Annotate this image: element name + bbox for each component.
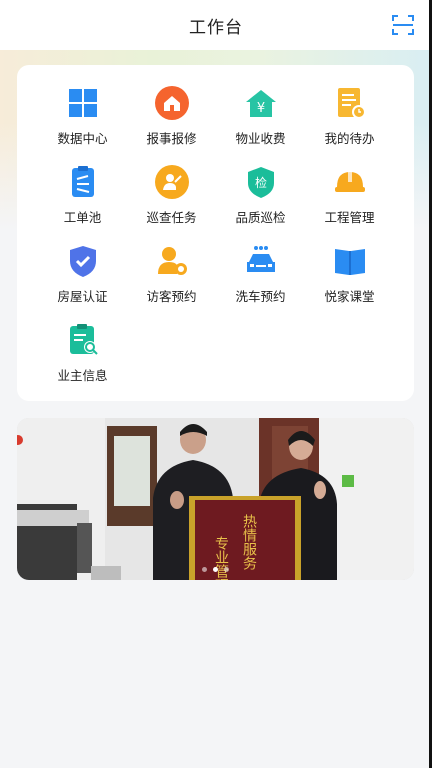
grid-item-label: 工单池 — [63, 210, 102, 225]
repair-report-icon — [154, 85, 190, 121]
grid-item-label: 访客预约 — [146, 289, 197, 304]
svg-text:¥: ¥ — [256, 101, 264, 116]
grid-item-car-wash[interactable]: 洗车预约 — [216, 243, 305, 322]
house-auth-icon — [65, 243, 101, 279]
carousel-dots[interactable] — [17, 567, 414, 572]
grid-item-label: 洗车预约 — [235, 289, 286, 304]
grid-item-patrol-task[interactable]: 巡查任务 — [127, 164, 216, 243]
header-bar: 工作台 — [0, 0, 432, 50]
banner-photo: 专业管理 热情服务 — [17, 418, 414, 580]
pennant-text-left: 专业管理 — [213, 536, 229, 580]
grid-item-label: 房屋认证 — [57, 289, 108, 304]
scan-icon — [392, 15, 414, 35]
feature-grid: 数据中心 报事报修 ¥ 物业收费 我的待办 工单池 巡查任务检品质巡检 工程管理 房屋认证 访客预… — [38, 85, 414, 401]
owner-info-icon — [65, 322, 101, 358]
grid-item-property-fee[interactable]: ¥ 物业收费 — [216, 85, 305, 164]
grid-item-work-order[interactable]: 工单池 — [38, 164, 127, 243]
grid-item-owner-info[interactable]: 业主信息 — [38, 322, 127, 401]
grid-item-label: 品质巡检 — [235, 210, 286, 225]
grid-item-visitor-booking[interactable]: 访客预约 — [127, 243, 216, 322]
carousel-dot[interactable] — [224, 567, 229, 572]
carousel-dot[interactable] — [202, 567, 207, 572]
work-order-icon — [65, 164, 101, 200]
grid-item-engineering[interactable]: 工程管理 — [305, 164, 394, 243]
promo-banner[interactable]: 专业管理 热情服务 — [17, 418, 414, 580]
grid-item-label: 数据中心 — [57, 131, 108, 146]
pennant-text-right: 热情服务 — [241, 514, 257, 570]
grid-item-label: 业主信息 — [57, 368, 108, 383]
grid-item-label: 工程管理 — [324, 210, 375, 225]
grid-item-label: 报事报修 — [146, 131, 197, 146]
visitor-booking-icon — [154, 243, 190, 279]
grid-item-quality-inspect[interactable]: 检品质巡检 — [216, 164, 305, 243]
data-center-icon — [65, 85, 101, 121]
grid-item-todo[interactable]: 我的待办 — [305, 85, 394, 164]
grid-item-label: 物业收费 — [235, 131, 286, 146]
page-title: 工作台 — [189, 17, 243, 38]
patrol-task-icon — [154, 164, 190, 200]
classroom-icon — [332, 243, 368, 279]
feature-grid-card: 数据中心 报事报修 ¥ 物业收费 我的待办 工单池 巡查任务检品质巡检 工程管理 房屋认证 访客预… — [17, 65, 414, 401]
grid-item-house-auth[interactable]: 房屋认证 — [38, 243, 127, 322]
svg-text:检: 检 — [254, 175, 266, 190]
engineering-icon — [332, 164, 368, 200]
car-wash-icon — [243, 243, 279, 279]
grid-item-label: 我的待办 — [324, 131, 375, 146]
grid-item-classroom[interactable]: 悦家课堂 — [305, 243, 394, 322]
scan-button[interactable] — [392, 14, 414, 36]
grid-item-label: 巡查任务 — [146, 210, 197, 225]
carousel-dot[interactable] — [213, 567, 218, 572]
property-fee-icon: ¥ — [243, 85, 279, 121]
quality-inspect-icon: 检 — [243, 164, 279, 200]
grid-item-repair-report[interactable]: 报事报修 — [127, 85, 216, 164]
grid-item-data-center[interactable]: 数据中心 — [38, 85, 127, 164]
grid-item-label: 悦家课堂 — [324, 289, 375, 304]
todo-icon — [332, 85, 368, 121]
